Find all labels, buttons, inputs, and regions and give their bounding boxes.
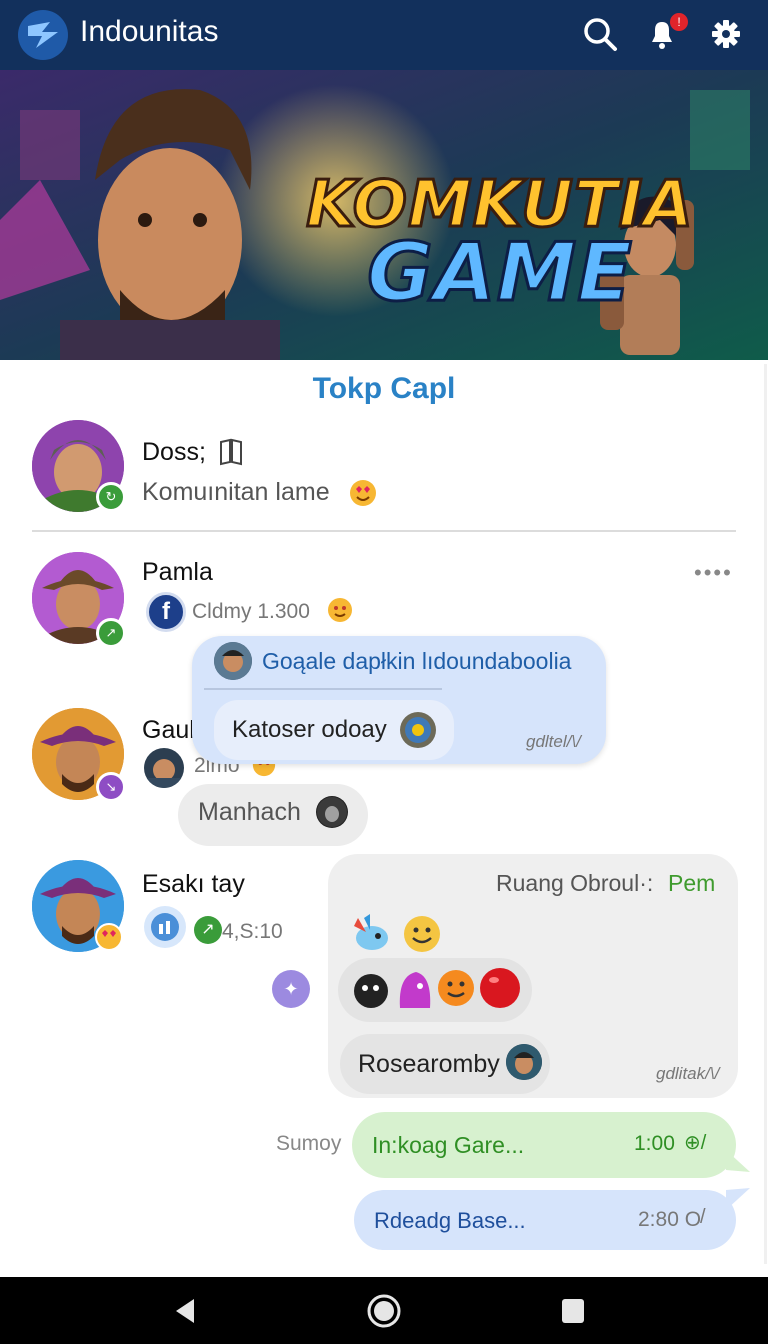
reaction-icon[interactable]: ✦ bbox=[272, 970, 310, 1008]
chat-name: Doss; bbox=[142, 438, 206, 466]
sent-message-time: 2:80 O bbox=[638, 1208, 702, 1231]
app-logo-icon[interactable] bbox=[16, 8, 70, 62]
chat-meta: Cldmy 1.300 bbox=[192, 600, 310, 623]
divider bbox=[32, 530, 736, 532]
app-bar: Indounitas ! bbox=[0, 0, 768, 70]
reply-text: Manhach bbox=[198, 798, 301, 826]
book-icon bbox=[220, 438, 242, 466]
game-banner[interactable]: KOMKUTIA GAME bbox=[0, 70, 768, 360]
bubble-tail bbox=[726, 1188, 750, 1210]
chat-preview: Komuınitan lame bbox=[142, 478, 330, 506]
preview-message: Katoser odoay bbox=[232, 716, 387, 743]
bird-sticker-icon bbox=[354, 914, 388, 950]
status-icon: ↗ bbox=[194, 916, 222, 944]
group-title-accent: Pem bbox=[668, 870, 716, 896]
section-title: Tokp Capl bbox=[312, 372, 456, 405]
preview-divider bbox=[204, 688, 442, 690]
game-coin-icon bbox=[400, 712, 436, 748]
smile-emoji-icon bbox=[438, 970, 474, 1006]
red-ball-icon bbox=[480, 968, 520, 1008]
back-icon[interactable] bbox=[172, 1297, 200, 1325]
search-icon[interactable] bbox=[580, 14, 620, 54]
grin-emoji-icon bbox=[404, 916, 440, 952]
sent-status-icon: / bbox=[700, 1206, 706, 1228]
app-title: Indounitas bbox=[80, 15, 219, 48]
settings-icon[interactable] bbox=[706, 14, 746, 54]
scrollbar[interactable] bbox=[764, 364, 767, 1264]
sent-message-time: 1:00 bbox=[634, 1132, 675, 1155]
emoji-icon bbox=[328, 598, 352, 622]
chat-name: Pamla bbox=[142, 558, 213, 586]
group-footer-text: Rosearomby bbox=[358, 1050, 500, 1078]
more-options-icon[interactable]: •••• bbox=[694, 560, 733, 586]
facebook-icon[interactable]: f bbox=[146, 592, 186, 632]
status-icon: ↘ bbox=[96, 772, 126, 802]
sender-avatar-icon bbox=[214, 642, 252, 680]
banner-title-line2: GAME bbox=[366, 226, 634, 319]
system-nav-bar bbox=[0, 1277, 768, 1344]
preview-stamp: gdltel/\/ bbox=[526, 732, 581, 751]
online-status-icon: ↻ bbox=[96, 482, 126, 512]
recents-icon[interactable] bbox=[560, 1297, 586, 1325]
heart-eyes-emoji-icon bbox=[350, 480, 376, 506]
sent-label: Sumoy bbox=[276, 1132, 342, 1155]
chat-name: Esakı tay bbox=[142, 870, 245, 898]
ghost-sticker-icon bbox=[399, 972, 431, 1008]
group-title-prefix: Ruang Obroul·: bbox=[496, 870, 654, 896]
group-stamp: gdlitak/\/ bbox=[656, 1064, 720, 1083]
bomb-sticker-icon bbox=[354, 974, 388, 1008]
notification-badge: ! bbox=[668, 11, 690, 33]
status-icon: ↗ bbox=[96, 618, 126, 648]
heart-eyes-emoji-icon bbox=[95, 923, 123, 951]
home-icon[interactable] bbox=[366, 1293, 402, 1329]
sent-message-text: In:koag Gare... bbox=[372, 1132, 525, 1158]
delivered-icon: ⊕/ bbox=[684, 1132, 707, 1154]
mini-avatar-icon bbox=[144, 748, 184, 788]
preview-header: Goąale dapłkin lıdoundaboolia bbox=[262, 648, 572, 674]
bubble-tail bbox=[726, 1150, 750, 1172]
info-icon[interactable] bbox=[144, 906, 186, 948]
sent-message-text: Rdeadg Base... bbox=[374, 1208, 526, 1233]
chat-meta: 4,S:10 bbox=[222, 920, 283, 943]
reply-avatar-icon bbox=[316, 796, 348, 828]
footer-avatar-icon bbox=[506, 1044, 542, 1080]
